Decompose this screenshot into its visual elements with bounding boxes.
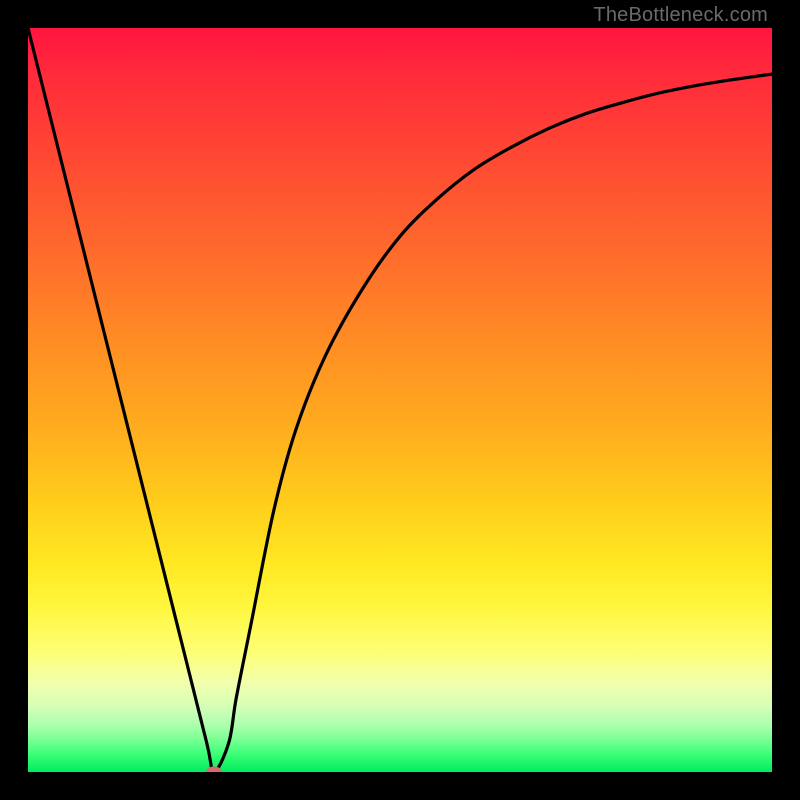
plot-area bbox=[28, 28, 772, 772]
curve-path bbox=[28, 28, 772, 772]
bottleneck-curve bbox=[28, 28, 772, 772]
watermark-text: TheBottleneck.com bbox=[593, 4, 768, 27]
min-marker bbox=[206, 767, 222, 773]
chart-frame: TheBottleneck.com bbox=[0, 0, 800, 800]
